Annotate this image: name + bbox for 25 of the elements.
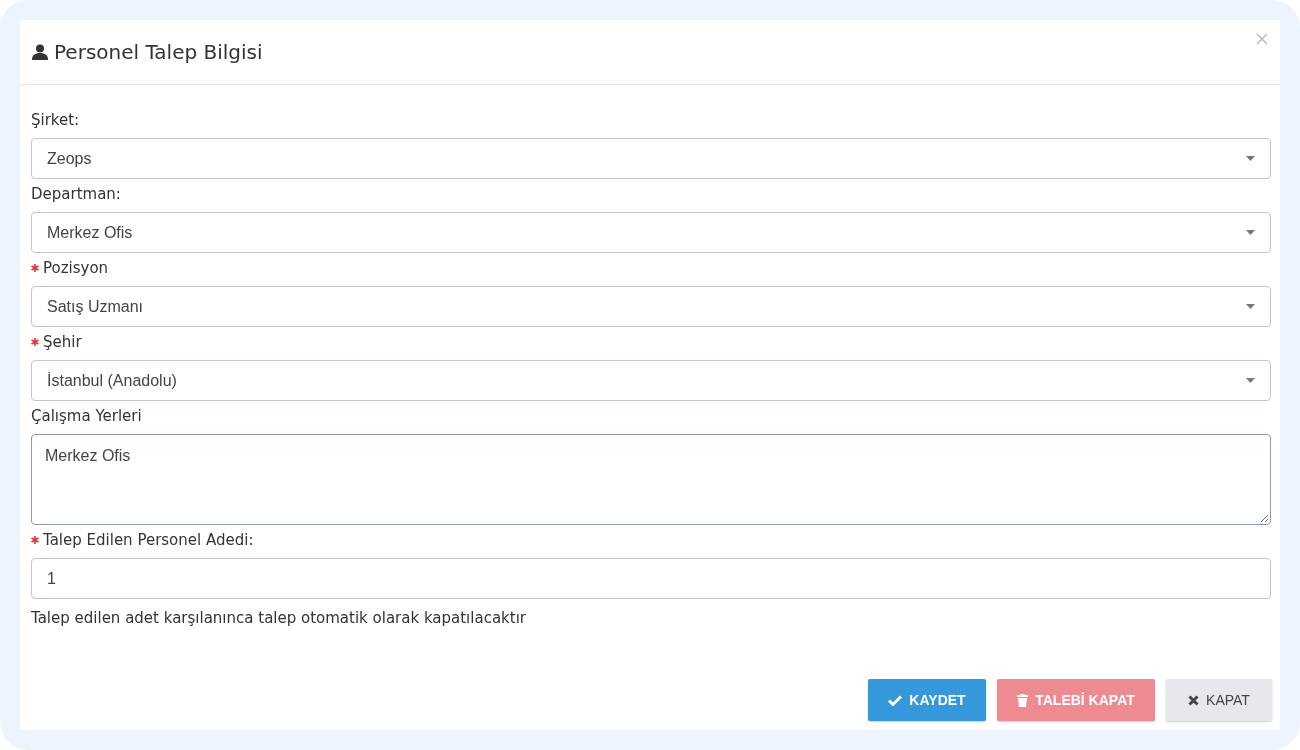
field-label: Talep Edilen Personel Adedi: bbox=[43, 531, 254, 549]
caret-icon bbox=[1246, 378, 1255, 383]
user-icon bbox=[32, 44, 48, 60]
trash-icon bbox=[1017, 693, 1029, 707]
caret-icon bbox=[1246, 304, 1255, 309]
close-icon bbox=[1188, 694, 1200, 706]
caret-icon bbox=[1246, 156, 1255, 161]
select-field[interactable]: Satış Uzmanı bbox=[31, 286, 1271, 327]
field-label: Şirket: bbox=[31, 111, 80, 129]
close-icon bbox=[1256, 32, 1268, 45]
field-label: Çalışma Yerleri bbox=[31, 407, 142, 425]
resize-grip-icon bbox=[1260, 514, 1268, 522]
close-button[interactable]: KAPAT bbox=[1166, 679, 1272, 721]
dialog-title: Personel Talep Bilgisi bbox=[54, 40, 264, 64]
caret-icon bbox=[1246, 230, 1255, 235]
select-field[interactable]: Merkez Ofis bbox=[31, 212, 1271, 253]
input-field[interactable]: 1 bbox=[31, 558, 1271, 599]
select-field[interactable]: Zeops bbox=[31, 138, 1271, 179]
check-icon bbox=[888, 694, 903, 706]
select-field[interactable]: İstanbul (Anadolu) bbox=[31, 360, 1271, 401]
info-text: Talep edilen adet karşılanınca talep otomatik olarak kapatılacaktır bbox=[31, 609, 527, 627]
textarea-field[interactable]: Merkez Ofis bbox=[31, 434, 1271, 525]
field-label: Pozisyon bbox=[43, 259, 109, 277]
field-label: Şehir bbox=[43, 333, 82, 351]
field-label: Departman: bbox=[31, 185, 121, 203]
